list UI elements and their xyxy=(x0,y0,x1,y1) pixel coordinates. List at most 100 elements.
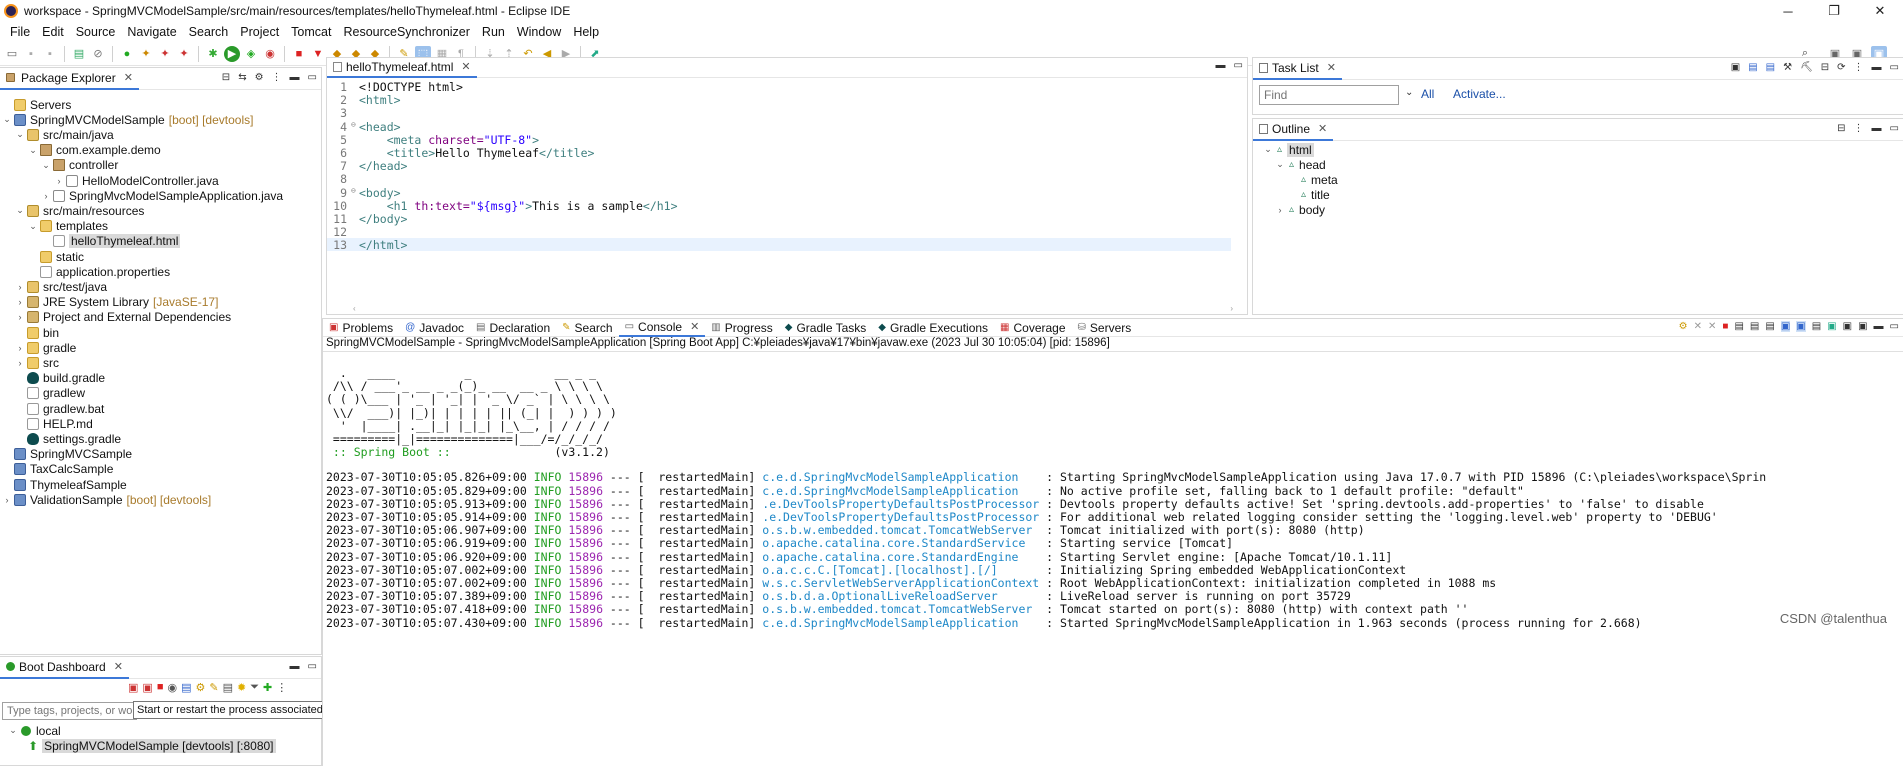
collapse-icon[interactable]: ⌄ xyxy=(28,145,38,156)
tab-boot-dashboard[interactable]: Boot Dashboard ✕ xyxy=(0,656,129,679)
minimize-view-icon[interactable]: ▬ xyxy=(290,661,300,672)
minimize-view-icon[interactable]: ▬ xyxy=(1872,62,1882,73)
tree-item-application-properties[interactable]: application.properties xyxy=(28,264,174,279)
tab-package-explorer[interactable]: Package Explorer ✕ xyxy=(0,67,139,90)
outline-item-meta[interactable]: ▵ meta xyxy=(1297,172,1338,187)
tab-declaration[interactable]: ▤ Declaration xyxy=(470,319,556,337)
menu-tomcat[interactable]: Tomcat xyxy=(285,25,337,39)
tree-item-gradlew[interactable]: gradlew xyxy=(15,386,89,401)
collapse-all-icon[interactable]: ⊟ xyxy=(1837,123,1845,134)
minimize-view-icon[interactable]: ▬ xyxy=(1216,60,1226,71)
tab-hello-thymeleaf[interactable]: helloThymeleaf.html ✕ xyxy=(327,57,477,78)
minimize-button[interactable]: ─ xyxy=(1765,0,1811,22)
tree-item-package-com-example-demo[interactable]: ⌄ com.example.demo xyxy=(28,143,165,158)
new-icon[interactable]: ▭ xyxy=(4,46,20,62)
spring-boot-icon[interactable]: ● xyxy=(119,46,135,62)
tree-item-gradlew-bat[interactable]: gradlew.bat xyxy=(15,401,108,416)
boot-dashboard-filter-input[interactable] xyxy=(2,702,137,720)
view-menu-icon[interactable]: ⋮ xyxy=(1854,123,1864,134)
new-task-icon[interactable]: ▣ xyxy=(1731,62,1740,73)
activate-link[interactable]: Activate... xyxy=(1453,87,1506,101)
close-icon[interactable]: ✕ xyxy=(124,71,133,84)
collapse-icon[interactable]: ⌄ xyxy=(15,205,25,216)
maximize-view-icon[interactable]: ▭ xyxy=(1890,321,1899,332)
terminate-all-icon[interactable]: ⚙ xyxy=(1679,321,1688,332)
tab-progress[interactable]: ▥ Progress xyxy=(705,319,778,337)
tree-item-settings-gradle[interactable]: settings.gradle xyxy=(15,431,125,446)
expand-icon[interactable]: › xyxy=(54,176,64,186)
tree-item-hello-thymeleaf-html[interactable]: helloThymeleaf.html xyxy=(41,234,184,249)
tomcat-stop-icon[interactable]: ✦ xyxy=(157,46,173,62)
save-all-icon[interactable]: ▪ xyxy=(42,46,58,62)
tree-item-build-gradle[interactable]: build.gradle xyxy=(15,371,109,386)
tree-item-bin-folder[interactable]: bin xyxy=(15,325,63,340)
tree-item-src-main-java[interactable]: ⌄ src/main/java xyxy=(15,127,118,142)
remove-launch-icon[interactable]: ✕ xyxy=(1694,321,1702,332)
expand-icon[interactable]: › xyxy=(15,297,25,307)
horizontal-scrollbar[interactable]: ‹ › xyxy=(353,304,1233,313)
collapse-icon[interactable]: ⌄ xyxy=(1263,144,1273,155)
tomcat-start-icon[interactable]: ✦ xyxy=(138,46,154,62)
tree-item-springmvcmodelsampleapplication-java[interactable]: › SpringMvcModelSampleApplication.java xyxy=(41,188,287,203)
stop-icon[interactable]: ■ xyxy=(157,681,164,694)
collapse-icon[interactable]: ⌄ xyxy=(28,221,38,232)
maximize-view-icon[interactable]: ▭ xyxy=(308,72,317,83)
tree-item-src-main-resources[interactable]: ⌄ src/main/resources xyxy=(15,203,148,218)
expand-icon[interactable]: › xyxy=(41,191,51,201)
outline-item-head[interactable]: ⌄ ▵ head xyxy=(1275,157,1326,172)
tab-problems[interactable]: ▣ Problems xyxy=(323,319,399,337)
menu-navigate[interactable]: Navigate xyxy=(121,25,182,39)
tab-task-list[interactable]: Task List ✕ xyxy=(1253,57,1342,80)
edit-icon[interactable]: ✎ xyxy=(209,681,218,694)
categorized-icon[interactable]: ▤ xyxy=(1748,62,1757,73)
expand-icon[interactable]: › xyxy=(15,343,25,353)
maximize-view-icon[interactable]: ▭ xyxy=(308,661,317,672)
pin-console-icon[interactable]: ▤ xyxy=(1812,321,1821,332)
collapse-all-icon[interactable]: ⊟ xyxy=(222,72,230,83)
tab-coverage[interactable]: ▦ Coverage xyxy=(994,319,1071,337)
link-with-editor-icon[interactable]: ⇆ xyxy=(238,72,246,83)
console-output[interactable]: . ____ _ __ _ _ /\\ / ___'_ __ _ _(_)_ _… xyxy=(323,351,1903,766)
tree-item-servers[interactable]: Servers xyxy=(2,97,75,112)
tree-item-help-md[interactable]: HELP.md xyxy=(15,416,97,431)
collapse-icon[interactable]: ⌄ xyxy=(1275,159,1285,170)
view-menu-icon[interactable]: ⋮ xyxy=(272,72,282,83)
external-tools-icon[interactable]: ◉ xyxy=(262,46,278,62)
tree-item-springmvcsample-project[interactable]: SpringMVCSample xyxy=(2,447,136,462)
tree-item-hello-model-controller-java[interactable]: › HelloModelController.java xyxy=(54,173,223,188)
outline-item-html[interactable]: ⌄ ▵ html xyxy=(1263,142,1314,157)
tree-item-project-external-dependencies[interactable]: › Project and External Dependencies xyxy=(15,310,235,325)
close-icon[interactable]: ✕ xyxy=(461,60,470,73)
expand-icon[interactable]: › xyxy=(1275,205,1285,215)
collapse-all-icon[interactable]: ⊟ xyxy=(1821,62,1829,73)
tree-item-static-folder[interactable]: static xyxy=(28,249,88,264)
tree-item-package-controller[interactable]: ⌄ controller xyxy=(41,158,122,173)
menu-window[interactable]: Window xyxy=(511,25,567,39)
stop-icon[interactable]: ■ xyxy=(291,46,307,62)
expand-icon[interactable]: › xyxy=(15,282,25,292)
run-icon[interactable]: ▶ xyxy=(224,45,240,62)
tab-search[interactable]: ✎ Search xyxy=(556,319,618,337)
maximize-view-icon[interactable]: ▭ xyxy=(1890,123,1899,134)
minimize-view-icon[interactable]: ▬ xyxy=(1872,123,1882,134)
save-icon[interactable]: ▪ xyxy=(23,46,39,62)
restore-button[interactable]: ❐ xyxy=(1811,0,1857,22)
expand-icon[interactable]: › xyxy=(15,312,25,322)
menu-edit[interactable]: Edit xyxy=(36,25,70,39)
tab-outline[interactable]: Outline ✕ xyxy=(1253,118,1334,141)
menu-file[interactable]: File xyxy=(4,25,36,39)
scroll-right-icon[interactable]: › xyxy=(1230,304,1233,313)
tree-item-springmvcmodelsample-project[interactable]: ⌄ SpringMVCModelSample [boot] [devtools] xyxy=(2,112,253,127)
display-console-icon[interactable]: ▣ xyxy=(1843,321,1852,332)
tree-item-thymeleafsample-project[interactable]: ThymeleafSample xyxy=(2,477,131,492)
tomcat-restart-icon[interactable]: ✦ xyxy=(176,46,192,62)
tree-item-taxcalcsample-project[interactable]: TaxCalcSample xyxy=(2,462,117,477)
boot-app-item[interactable]: ⬆ SpringMVCModelSample [devtools] [:8080… xyxy=(28,738,276,753)
close-icon[interactable]: ✕ xyxy=(1327,61,1336,74)
relaunch-icon[interactable]: ▼ xyxy=(310,46,326,62)
collapse-icon[interactable]: ⌄ xyxy=(8,725,18,736)
clear-console-icon[interactable]: ▤ xyxy=(1734,321,1743,332)
menu-resource-synchronizer[interactable]: ResourceSynchronizer xyxy=(337,25,475,39)
menu-help[interactable]: Help xyxy=(567,25,605,39)
menu-source[interactable]: Source xyxy=(70,25,122,39)
